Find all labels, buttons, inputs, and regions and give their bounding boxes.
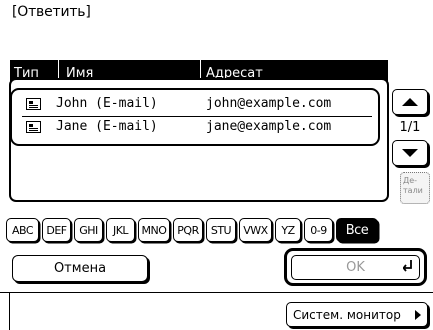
arrow-up-icon [402, 98, 418, 106]
reply-screen: [Ответить] Тип Имя Адресат John (E-mail)… [0, 0, 433, 330]
ok-label: OK [346, 260, 365, 275]
footer-edge [9, 292, 10, 330]
arrow-down-icon [402, 149, 418, 157]
index-key-ghi[interactable]: GHI [74, 218, 103, 242]
scroll-down-button[interactable] [392, 140, 428, 166]
address-card-icon [26, 98, 41, 110]
cancel-button[interactable]: Отмена [12, 255, 148, 282]
index-key-mno[interactable]: MNO [138, 218, 170, 242]
enter-icon [403, 260, 412, 272]
index-key-pqr[interactable]: PQR [173, 218, 203, 242]
index-key-digits[interactable]: 0-9 [304, 218, 333, 242]
system-monitor-button[interactable]: Систем. монитор [286, 302, 428, 327]
address-card-icon [26, 121, 41, 133]
index-keys: ABC DEF GHI JKL MNO PQR STU VWX YZ 0-9 В… [6, 218, 378, 242]
index-key-def[interactable]: DEF [42, 218, 71, 242]
entry-address: john@example.com [206, 96, 332, 111]
arrow-right-icon [415, 310, 421, 320]
details-button[interactable]: Де-тали [400, 172, 430, 204]
entry-address: jane@example.com [206, 119, 332, 134]
list-item[interactable]: Jane (E-mail) jane@example.com [22, 118, 372, 140]
index-key-jkl[interactable]: JKL [106, 218, 135, 242]
row-divider [22, 116, 372, 117]
index-key-all[interactable]: Все [336, 218, 378, 242]
entry-name: John (E-mail) [56, 96, 158, 111]
footer-divider [0, 292, 433, 293]
entry-name: Jane (E-mail) [56, 119, 158, 134]
list-item[interactable]: John (E-mail) john@example.com [22, 95, 372, 117]
scroll-up-button[interactable] [392, 89, 428, 115]
system-monitor-label: Систем. монитор [293, 307, 401, 322]
index-key-vwx[interactable]: VWX [239, 218, 272, 242]
index-key-yz[interactable]: YZ [275, 218, 301, 242]
screen-title: [Ответить] [12, 4, 91, 20]
page-indicator: 1/1 [399, 120, 421, 135]
index-key-abc[interactable]: ABC [6, 218, 39, 242]
index-key-stu[interactable]: STU [206, 218, 236, 242]
ok-button[interactable]: OK [291, 255, 420, 280]
